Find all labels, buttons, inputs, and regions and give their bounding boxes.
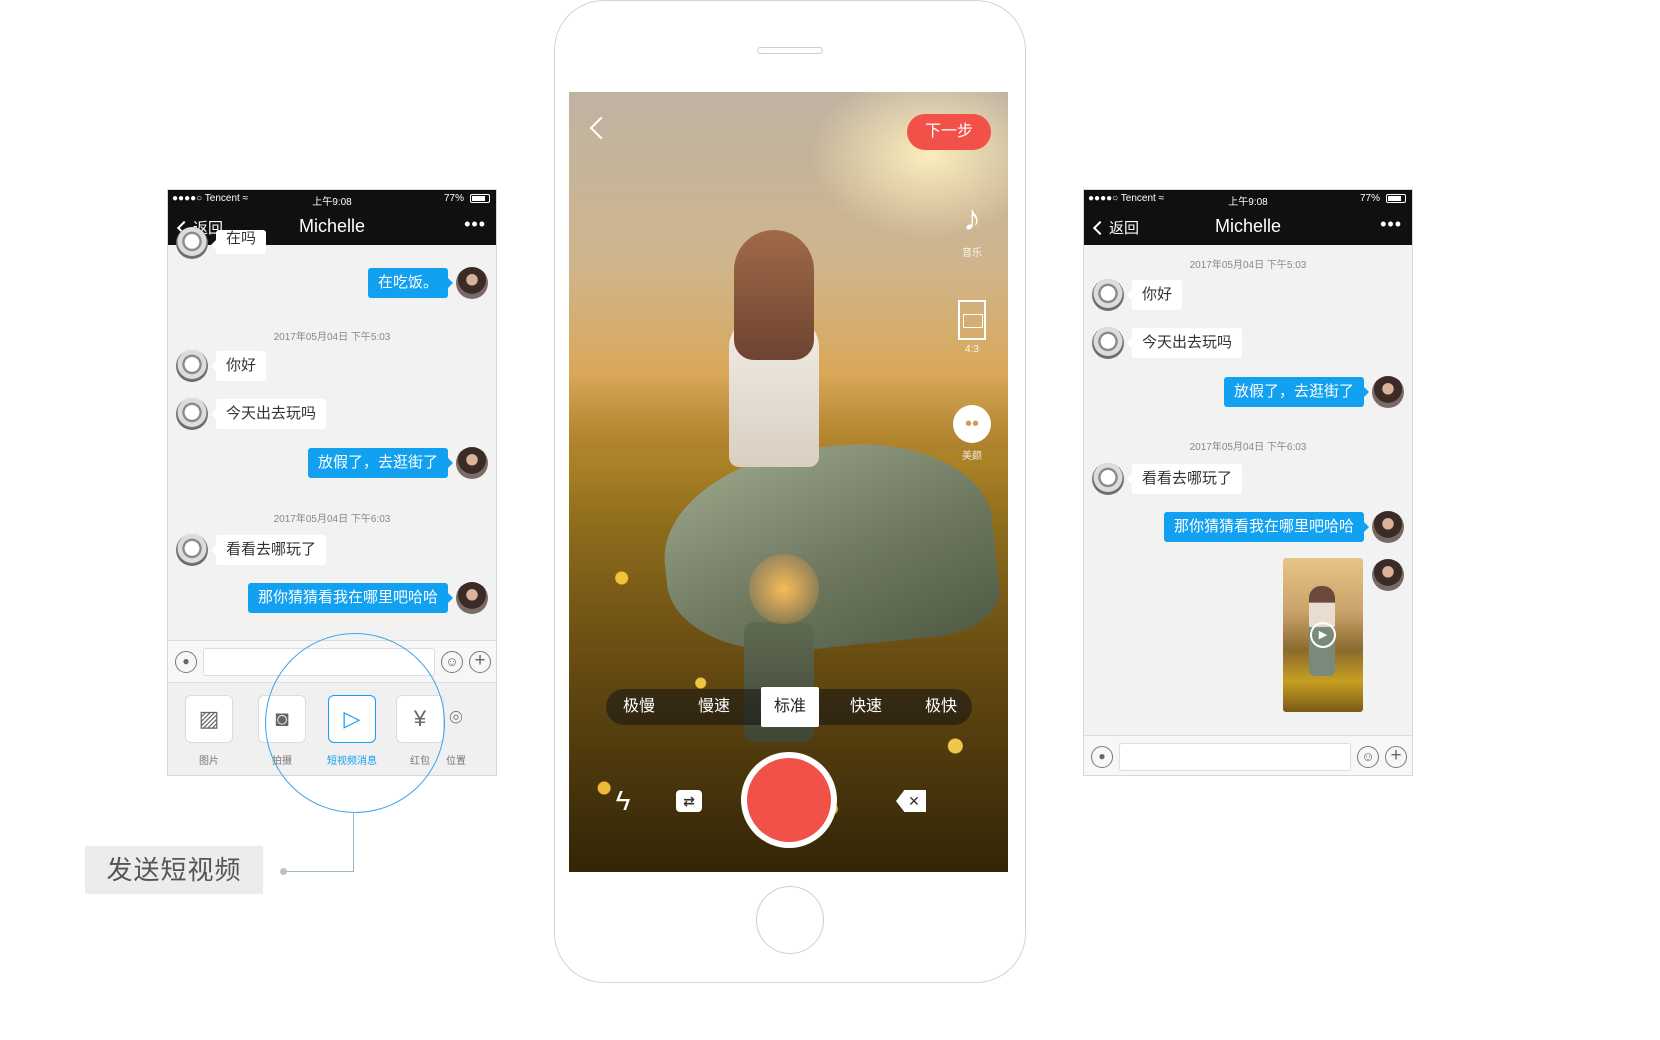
callout-connector xyxy=(284,812,354,872)
message-bubble-incoming[interactable]: 在吗 xyxy=(210,230,267,254)
chat-title: Michelle xyxy=(1214,216,1282,236)
message-bubble-incoming[interactable]: 今天出去玩吗 xyxy=(210,399,327,429)
aspect-ratio-icon xyxy=(958,300,986,340)
avatar[interactable] xyxy=(1372,376,1404,408)
chat-area[interactable]: 2017年05月04日 下午5:03 你好 今天出去玩吗 放假了，去逛街了 20… xyxy=(1084,245,1412,735)
flash-icon[interactable]: ϟ xyxy=(610,786,636,816)
tool-panel: ▨ 图片 ◙ 拍摄 ▷ 短视频消息 ¥ 红包 ⌾ 位置 xyxy=(168,682,496,775)
battery-icon xyxy=(470,194,490,203)
battery-percent: 77% xyxy=(443,193,464,204)
home-button[interactable] xyxy=(756,886,824,954)
status-bar: ●●●●○ Tencent ≈ 上午9:08 77% xyxy=(1084,190,1412,208)
play-icon[interactable]: ▶ xyxy=(1310,622,1336,648)
tool-label: 拍摄 xyxy=(272,756,292,767)
avatar[interactable] xyxy=(176,398,208,430)
avatar[interactable] xyxy=(456,447,488,479)
avatar[interactable] xyxy=(1092,279,1124,311)
video-icon: ▷ xyxy=(328,695,376,743)
callout-dot xyxy=(280,868,287,875)
plus-icon[interactable]: + xyxy=(469,651,491,673)
speed-option[interactable]: 慢速 xyxy=(685,689,743,725)
timestamp: 2017年05月04日 下午5:03 xyxy=(1189,260,1307,271)
left-chat-screen: ●●●●○ Tencent ≈ 上午9:08 77% 返回 Michelle •… xyxy=(167,189,497,776)
aspect-ratio-label: 4:3 xyxy=(965,344,979,355)
message-bubble-outgoing[interactable]: 那你猜猜看我在哪里吧哈哈 xyxy=(247,583,454,613)
tool-label: 短视频消息 xyxy=(327,756,377,767)
microphone-icon[interactable]: ● xyxy=(1091,746,1113,768)
message-bubble-incoming[interactable]: 你好 xyxy=(1126,280,1183,310)
avatar[interactable] xyxy=(1092,327,1124,359)
location-icon: ⌾ xyxy=(449,705,463,730)
music-button[interactable]: ♪ 音乐 xyxy=(950,196,994,259)
picture-icon: ▨ xyxy=(185,695,233,743)
tool-camera[interactable]: ◙ 拍摄 xyxy=(256,695,308,767)
tool-location[interactable]: ⌾ 位置 xyxy=(430,695,482,767)
plus-icon[interactable]: + xyxy=(1385,746,1407,768)
message-bubble-incoming[interactable]: 看看去哪玩了 xyxy=(1126,464,1243,494)
next-button[interactable]: 下一步 xyxy=(907,114,991,150)
battery-percent: 77% xyxy=(1359,193,1380,204)
timestamp: 2017年05月04日 下午5:03 xyxy=(273,332,391,343)
record-button[interactable] xyxy=(741,752,837,848)
nav-bar: 返回 Michelle ••• xyxy=(1084,208,1412,245)
subject-hair xyxy=(734,230,814,360)
avatar[interactable] xyxy=(456,582,488,614)
avatar[interactable] xyxy=(176,350,208,382)
bokeh-light xyxy=(749,554,819,624)
avatar[interactable] xyxy=(1092,463,1124,495)
message-bubble-incoming[interactable]: 今天出去玩吗 xyxy=(1126,328,1243,358)
tool-label: 位置 xyxy=(446,756,466,767)
flip-camera-icon[interactable]: ⇄ xyxy=(676,790,702,812)
message-bubble-incoming[interactable]: 你好 xyxy=(210,351,267,381)
right-chat-screen: ●●●●○ Tencent ≈ 上午9:08 77% 返回 Michelle •… xyxy=(1083,189,1413,776)
status-bar: ●●●●○ Tencent ≈ 上午9:08 77% xyxy=(168,190,496,208)
aspect-ratio-button[interactable]: 4:3 xyxy=(950,300,994,355)
tool-picture[interactable]: ▨ 图片 xyxy=(183,695,235,767)
speed-option[interactable]: 极慢 xyxy=(610,689,668,725)
more-icon[interactable]: ••• xyxy=(1380,215,1402,233)
timestamp: 2017年05月04日 下午6:03 xyxy=(1189,442,1307,453)
message-bubble-outgoing[interactable]: 放假了，去逛街了 xyxy=(307,448,454,478)
message-bubble-incoming[interactable]: 看看去哪玩了 xyxy=(210,535,327,565)
camera-icon: ◙ xyxy=(258,695,306,743)
avatar[interactable] xyxy=(456,267,488,299)
more-icon[interactable]: ••• xyxy=(464,215,486,233)
beauty-label: 美颜 xyxy=(962,451,982,462)
message-bubble-outgoing[interactable]: 放假了，去逛街了 xyxy=(1223,377,1370,407)
timestamp: 2017年05月04日 下午6:03 xyxy=(273,514,391,525)
emoji-icon[interactable]: ☺ xyxy=(1357,746,1379,768)
phone-speaker xyxy=(757,47,823,54)
speed-option[interactable]: 极快 xyxy=(912,689,970,725)
callout-label: 发送短视频 xyxy=(85,846,263,894)
emoji-icon[interactable]: ☺ xyxy=(441,651,463,673)
avatar[interactable] xyxy=(176,227,208,259)
message-input[interactable] xyxy=(203,648,435,676)
speed-option[interactable]: 快速 xyxy=(837,689,895,725)
battery-icon xyxy=(1386,194,1406,203)
beauty-button[interactable]: •• 美颜 xyxy=(950,405,994,462)
message-input[interactable] xyxy=(1119,743,1351,771)
tool-label: 图片 xyxy=(199,756,219,767)
speed-selector: 极慢 慢速 标准 快速 极快 xyxy=(606,687,972,727)
input-bar: ● ☺ + xyxy=(168,640,496,682)
video-message-thumbnail[interactable]: ▶ xyxy=(1283,558,1363,712)
beauty-face-icon: •• xyxy=(953,405,991,443)
chat-area[interactable]: 在吗 在吃饭。 2017年05月04日 下午5:03 你好 今天出去玩吗 放假了… xyxy=(168,227,496,640)
message-bubble-outgoing[interactable]: 那你猜猜看我在哪里吧哈哈 xyxy=(1163,512,1370,542)
music-label: 音乐 xyxy=(962,248,982,259)
speed-option-selected[interactable]: 标准 xyxy=(761,687,819,727)
tool-short-video[interactable]: ▷ 短视频消息 xyxy=(326,695,378,767)
avatar[interactable] xyxy=(1372,511,1404,543)
input-bar: ● ☺ + xyxy=(1084,735,1412,775)
microphone-icon[interactable]: ● xyxy=(175,651,197,673)
avatar[interactable] xyxy=(176,534,208,566)
music-note-icon: ♪ xyxy=(963,197,981,238)
avatar[interactable] xyxy=(1372,559,1404,591)
message-bubble-outgoing[interactable]: 在吃饭。 xyxy=(367,268,454,298)
